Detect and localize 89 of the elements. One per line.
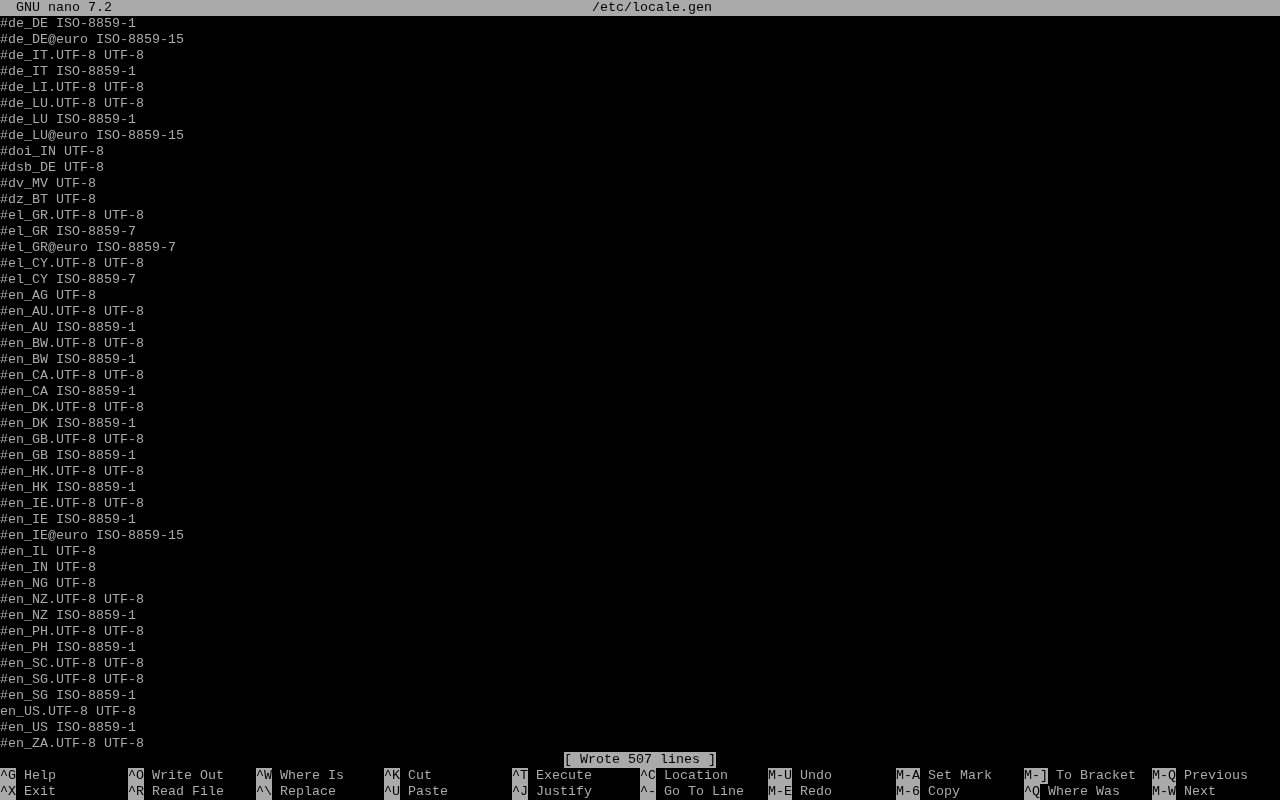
shortcut-key: ^T <box>512 768 528 784</box>
code-line: #dsb_DE UTF-8 <box>0 160 104 176</box>
code-line: #en_PH ISO-8859-1 <box>0 640 136 656</box>
shortcut-label: Exit <box>24 784 56 800</box>
shortcut-key: M-U <box>768 768 792 784</box>
code-line: #de_LU ISO-8859-1 <box>0 112 136 128</box>
shortcut-key: ^K <box>384 768 400 784</box>
shortcut-key: ^X <box>0 784 16 800</box>
shortcut-key: ^Q <box>1024 784 1040 800</box>
code-line: #en_CA.UTF-8 UTF-8 <box>0 368 144 384</box>
code-line: #en_HK ISO-8859-1 <box>0 480 136 496</box>
code-line: #en_AU.UTF-8 UTF-8 <box>0 304 144 320</box>
shortcut-label: Location <box>664 768 728 784</box>
code-line: #en_IN UTF-8 <box>0 560 96 576</box>
code-line: #en_BW ISO-8859-1 <box>0 352 136 368</box>
shortcut-label: Paste <box>408 784 448 800</box>
status-message: [ Wrote 507 lines ] <box>564 752 716 768</box>
shortcut-key: M-6 <box>896 784 920 800</box>
code-line: #en_AG UTF-8 <box>0 288 96 304</box>
code-line: #en_SC.UTF-8 UTF-8 <box>0 656 144 672</box>
shortcut-label: Previous <box>1184 768 1248 784</box>
code-line: #en_NZ.UTF-8 UTF-8 <box>0 592 144 608</box>
shortcut-key: ^U <box>384 784 400 800</box>
shortcut-key: M-W <box>1152 784 1176 800</box>
shortcut-label: To Bracket <box>1056 768 1136 784</box>
code-line: #dv_MV UTF-8 <box>0 176 96 192</box>
shortcut-key: ^C <box>640 768 656 784</box>
code-line: #el_CY.UTF-8 UTF-8 <box>0 256 144 272</box>
shortcut-label: Execute <box>536 768 592 784</box>
code-line: #en_AU ISO-8859-1 <box>0 320 136 336</box>
shortcut-label: Justify <box>536 784 592 800</box>
code-line: #en_HK.UTF-8 UTF-8 <box>0 464 144 480</box>
shortcut-label: Where Was <box>1048 784 1120 800</box>
code-line: #en_IE@euro ISO-8859-15 <box>0 528 184 544</box>
code-line: #en_DK ISO-8859-1 <box>0 416 136 432</box>
code-line: #en_IE ISO-8859-1 <box>0 512 136 528</box>
code-line: #en_BW.UTF-8 UTF-8 <box>0 336 144 352</box>
code-line: #en_US ISO-8859-1 <box>0 720 136 736</box>
code-line: #el_GR ISO-8859-7 <box>0 224 136 240</box>
shortcut-key: ^W <box>256 768 272 784</box>
code-line: #el_CY ISO-8859-7 <box>0 272 136 288</box>
shortcut-label: Redo <box>800 784 832 800</box>
code-line: #en_ZA.UTF-8 UTF-8 <box>0 736 144 752</box>
code-line: #en_IE.UTF-8 UTF-8 <box>0 496 144 512</box>
code-line: #en_SG ISO-8859-1 <box>0 688 136 704</box>
code-line: #dz_BT UTF-8 <box>0 192 96 208</box>
shortcut-label: Help <box>24 768 56 784</box>
code-line: #de_LU.UTF-8 UTF-8 <box>0 96 144 112</box>
code-line: #doi_IN UTF-8 <box>0 144 104 160</box>
shortcut-key: ^O <box>128 768 144 784</box>
code-line: #el_GR.UTF-8 UTF-8 <box>0 208 144 224</box>
code-line: #de_DE@euro ISO-8859-15 <box>0 32 184 48</box>
shortcut-label: Replace <box>280 784 336 800</box>
code-line: #en_NG UTF-8 <box>0 576 96 592</box>
code-line: #en_GB.UTF-8 UTF-8 <box>0 432 144 448</box>
shortcut-key: ^J <box>512 784 528 800</box>
code-line: #de_IT.UTF-8 UTF-8 <box>0 48 144 64</box>
code-line: #en_PH.UTF-8 UTF-8 <box>0 624 144 640</box>
code-line: #en_SG.UTF-8 UTF-8 <box>0 672 144 688</box>
shortcut-label: Set Mark <box>928 768 992 784</box>
code-line: #de_LU@euro ISO-8859-15 <box>0 128 184 144</box>
shortcut-key: M-E <box>768 784 792 800</box>
code-line: #en_CA ISO-8859-1 <box>0 384 136 400</box>
code-line: #el_GR@euro ISO-8859-7 <box>0 240 176 256</box>
code-line: #en_DK.UTF-8 UTF-8 <box>0 400 144 416</box>
shortcut-key: ^\ <box>256 784 272 800</box>
shortcut-key: ^R <box>128 784 144 800</box>
code-line: en_US.UTF-8 UTF-8 <box>0 704 136 720</box>
shortcut-key: ^- <box>640 784 656 800</box>
code-line: #en_IL UTF-8 <box>0 544 96 560</box>
shortcut-key: ^G <box>0 768 16 784</box>
shortcut-label: Cut <box>408 768 432 784</box>
shortcut-key: M-A <box>896 768 920 784</box>
app-version: GNU nano 7.2 <box>16 0 112 16</box>
shortcut-label: Undo <box>800 768 832 784</box>
shortcut-key: M-Q <box>1152 768 1176 784</box>
shortcut-key: M-] <box>1024 768 1048 784</box>
code-line: #de_DE ISO-8859-1 <box>0 16 136 32</box>
shortcut-label: Read File <box>152 784 224 800</box>
shortcut-label: Go To Line <box>664 784 744 800</box>
code-line: #en_NZ ISO-8859-1 <box>0 608 136 624</box>
shortcut-label: Where Is <box>280 768 344 784</box>
file-name: /etc/locale.gen <box>592 0 712 16</box>
shortcut-label: Write Out <box>152 768 224 784</box>
code-line: #de_LI.UTF-8 UTF-8 <box>0 80 144 96</box>
code-line: #de_IT ISO-8859-1 <box>0 64 136 80</box>
shortcut-label: Next <box>1184 784 1216 800</box>
shortcut-label: Copy <box>928 784 960 800</box>
code-line: #en_GB ISO-8859-1 <box>0 448 136 464</box>
